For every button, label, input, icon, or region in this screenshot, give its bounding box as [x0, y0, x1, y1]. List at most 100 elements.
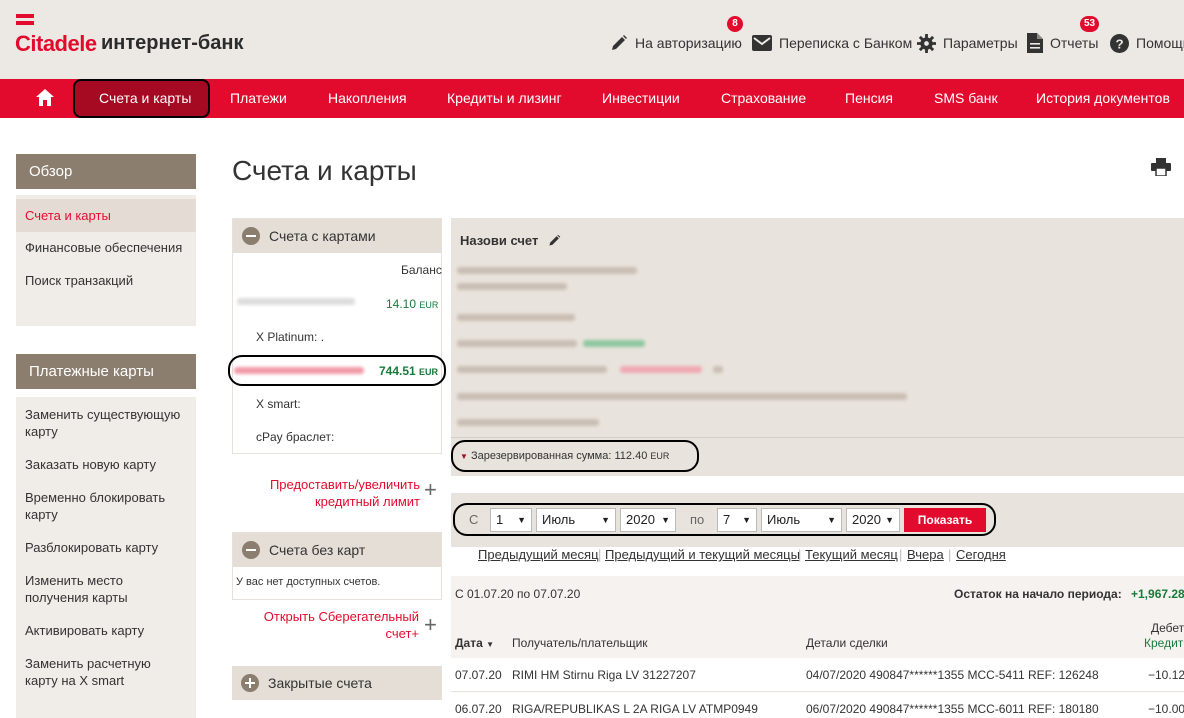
column-credit[interactable]: Кредит [1144, 636, 1183, 650]
dropdown-arrow-icon: ▼ [885, 515, 894, 525]
from-year-value: 2020 [626, 512, 655, 527]
nav-pension[interactable]: Пенсия [845, 79, 893, 118]
sidebar-item-replace-card[interactable]: Заменить существующую карту [16, 399, 196, 449]
sidebar-item-accounts-cards[interactable]: Счета и карты [16, 199, 196, 232]
dropdown-arrow-icon: ▼ [517, 515, 526, 525]
nav-savings[interactable]: Накопления [328, 79, 407, 118]
quick-link-separator: | [798, 547, 802, 562]
account-1-currency: EUR [419, 300, 439, 310]
sidebar-item-order-card[interactable]: Заказать новую карту [16, 449, 196, 482]
redacted-line [583, 340, 645, 347]
nav-investments[interactable]: Инвестиции [602, 79, 680, 118]
gear-icon [917, 33, 936, 53]
dropdown-arrow-icon: ▼ [742, 515, 751, 525]
quick-prev-and-current-month[interactable]: Предыдущий и текущий месяцы [605, 547, 800, 562]
home-icon[interactable] [35, 88, 55, 107]
redacted-line [457, 283, 567, 290]
column-party[interactable]: Получатель/плательщик [512, 636, 648, 650]
account-2-balance-value: 744.51 [379, 364, 416, 378]
sort-caret-icon: ▼ [486, 640, 495, 649]
column-debit[interactable]: Дебет [1151, 621, 1184, 635]
redacted-line [620, 366, 702, 373]
nav-payments[interactable]: Платежи [230, 79, 287, 118]
column-details[interactable]: Детали сделки [806, 636, 888, 650]
quick-link-separator: | [598, 547, 602, 562]
closed-accounts-header[interactable]: Закрытые счета [232, 666, 442, 700]
authorize-badge: 8 [727, 16, 743, 32]
redacted-line [457, 366, 607, 373]
nav-insurance[interactable]: Страхование [721, 79, 806, 118]
table-row[interactable]: 07.07.20 RIMI HM Stirnu Riga LV 31227207… [451, 658, 1184, 692]
row-date: 06.07.20 [455, 702, 502, 716]
reserved-amount-toggle[interactable]: ▼ Зарезервированная сумма: 112.40 EUR [460, 450, 669, 462]
account-2-balance[interactable]: 744.51 EUR [379, 364, 438, 378]
nav-sms-bank[interactable]: SMS банк [934, 79, 998, 118]
sidebar-overview-title: Обзор [16, 154, 196, 189]
redacted-line [457, 340, 577, 347]
from-day-select[interactable]: 1 ▼ [490, 508, 532, 532]
table-row[interactable]: 06.07.20 RIGA/REPUBLIKAS L 2A RIGA LV AT… [451, 692, 1184, 718]
account-1-card[interactable]: X Platinum: . [256, 330, 324, 344]
to-month-select[interactable]: Июль ▼ [761, 508, 842, 532]
authorize-link[interactable]: На авторизацию [610, 32, 742, 54]
quick-prev-month[interactable]: Предыдущий месяц [478, 547, 599, 562]
help-link[interactable]: ? Помощь [1110, 32, 1184, 54]
sidebar-item-unblock-card[interactable]: Разблокировать карту [16, 532, 196, 565]
from-month-select[interactable]: Июль ▼ [536, 508, 616, 532]
accounts-without-cards-header[interactable]: Счета без карт [233, 533, 441, 567]
row-amount: −10.12 [1148, 668, 1184, 682]
redacted-line [457, 393, 907, 400]
show-button[interactable]: Показать [904, 508, 986, 532]
reports-link[interactable]: Отчеты [1027, 32, 1098, 54]
top-header: Citadele интернет-банк На авторизацию 8 … [0, 0, 1184, 79]
dropdown-arrow-icon: ▼ [661, 515, 670, 525]
statement-period: С 01.07.20 по 07.07.20 [455, 587, 581, 601]
edit-pencil-icon[interactable] [548, 234, 561, 247]
pencil-icon [612, 35, 627, 50]
row-party: RIMI HM Stirnu Riga LV 31227207 [512, 668, 696, 682]
brand-logo[interactable]: Citadele [15, 31, 97, 57]
open-savings-link[interactable]: Открыть Сберегательный счет+ [249, 608, 419, 642]
from-day-value: 1 [496, 512, 504, 527]
opening-balance-value: +1,967.28 [1131, 587, 1184, 601]
accounts-with-cards-header[interactable]: Счета с картами [233, 219, 441, 253]
quick-link-separator: | [948, 547, 952, 562]
closed-accounts-panel: Закрытые счета [232, 666, 442, 700]
sidebar-item-transaction-search[interactable]: Поиск транзакций [16, 263, 196, 296]
column-date[interactable]: Дата ▼ [455, 636, 494, 650]
row-details: 04/07/2020 490847******1355 MCC-5411 REF… [806, 668, 1099, 682]
messages-link[interactable]: Переписка с Банком [752, 32, 912, 54]
sidebar-item-block-card[interactable]: Временно блокировать карту [16, 482, 196, 532]
to-day-value: 7 [723, 512, 731, 527]
account-name-label[interactable]: Назови счет [460, 233, 538, 248]
quick-yesterday[interactable]: Вчера [907, 547, 944, 562]
nav-document-history[interactable]: История документов [1036, 79, 1170, 118]
account-number-masked [237, 298, 355, 305]
nav-accounts-and-cards[interactable]: Счета и карты [99, 79, 191, 118]
quick-current-month[interactable]: Текущий месяц [805, 547, 898, 562]
account-2-card-1[interactable]: X smart: [256, 397, 301, 411]
printer-icon[interactable] [1151, 158, 1171, 176]
sidebar-item-change-pickup[interactable]: Изменить место получения карты [16, 565, 196, 615]
redacted-line [457, 267, 637, 274]
to-year-select[interactable]: 2020 ▼ [846, 508, 900, 532]
account-2-card-2[interactable]: cPay браслет: [256, 430, 334, 444]
to-day-select[interactable]: 7 ▼ [717, 508, 757, 532]
balance-header: Баланс [401, 263, 442, 277]
reserved-currency: EUR [650, 451, 670, 461]
settings-link[interactable]: Параметры [917, 32, 1018, 54]
sidebar-item-financial-securities[interactable]: Финансовые обеспечения [16, 232, 196, 263]
open-savings-plus-icon[interactable]: + [424, 614, 437, 636]
credit-limit-link[interactable]: Предоставить/увеличить кредитный лимит [254, 476, 420, 510]
from-year-select[interactable]: 2020 ▼ [620, 508, 676, 532]
from-month-value: Июль [542, 512, 576, 527]
nav-credits-leasing[interactable]: Кредиты и лизинг [447, 79, 562, 118]
credit-limit-plus-icon[interactable]: + [424, 479, 437, 501]
account-2-currency: EUR [419, 367, 439, 377]
sidebar-item-replace-xsmart[interactable]: Заменить расчетную карту на X smart [16, 648, 196, 696]
quick-today[interactable]: Сегодня [956, 547, 1006, 562]
closed-accounts-title: Закрытые счета [268, 675, 372, 691]
sidebar-item-activate-card[interactable]: Активировать карту [16, 615, 196, 648]
reports-badge: 53 [1080, 16, 1100, 32]
account-1-balance[interactable]: 14.10 EUR [386, 297, 438, 311]
